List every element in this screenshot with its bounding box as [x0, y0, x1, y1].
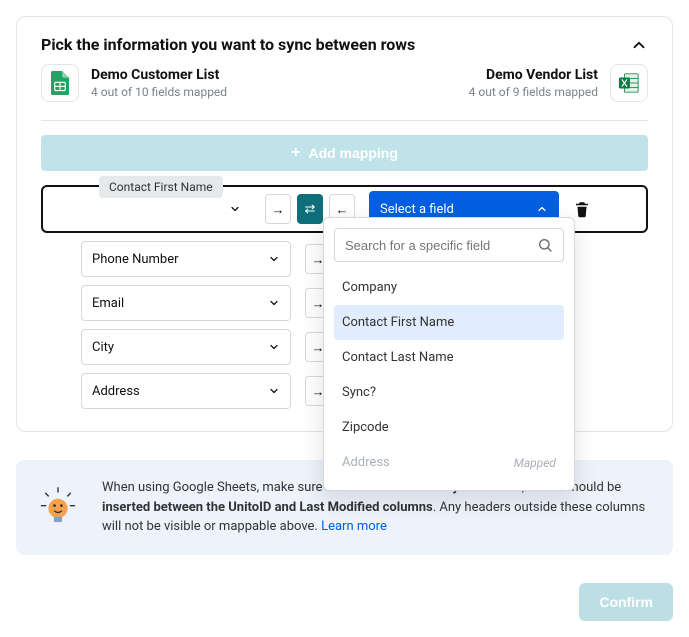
chevron-down-icon: [268, 341, 280, 353]
excel-icon: [618, 72, 640, 94]
collapse-chevron-icon[interactable]: [630, 36, 648, 54]
add-mapping-label: Add mapping: [308, 145, 397, 161]
chevron-up-icon: [536, 203, 548, 215]
chevron-down-icon: [229, 203, 241, 215]
confirm-button[interactable]: Confirm: [579, 583, 673, 621]
sheets-icon-box: [41, 64, 79, 102]
left-field-select[interactable]: [81, 195, 251, 223]
dropdown-option-disabled: Address Mapped: [334, 445, 564, 480]
left-field-select[interactable]: Phone Number: [81, 241, 291, 277]
field-dropdown: Company Contact First Name Contact Last …: [323, 217, 575, 491]
dropdown-search[interactable]: [334, 228, 564, 262]
chevron-down-icon: [268, 297, 280, 309]
chevron-down-icon: [268, 385, 280, 397]
google-sheets-icon: [50, 71, 70, 95]
excel-icon-box: [610, 64, 648, 102]
learn-more-link[interactable]: Learn more: [321, 519, 387, 534]
source-right: Demo Vendor List 4 out of 9 fields mappe…: [469, 64, 648, 102]
left-field-select[interactable]: Email: [81, 285, 291, 321]
card-title: Pick the information you want to sync be…: [41, 35, 415, 54]
source-left-title: Demo Customer List: [91, 67, 227, 83]
mapping-row-active: Contact First Name → ⇄ ← Select a field: [41, 185, 648, 233]
search-input[interactable]: [345, 238, 537, 253]
card-header: Pick the information you want to sync be…: [41, 35, 648, 54]
left-field-select[interactable]: City: [81, 329, 291, 365]
dropdown-option[interactable]: Company: [334, 270, 564, 305]
source-left-sub: 4 out of 10 fields mapped: [91, 85, 227, 99]
sync-both-button[interactable]: ⇄: [297, 194, 323, 224]
right-field-placeholder: Select a field: [380, 202, 454, 217]
divider: [41, 120, 648, 121]
footer: Confirm: [16, 583, 673, 621]
search-icon: [537, 237, 553, 253]
left-field-label: Phone Number: [92, 252, 179, 267]
lightbulb-icon: [36, 485, 80, 529]
source-left: Demo Customer List 4 out of 10 fields ma…: [41, 64, 227, 102]
left-field-label: Address: [92, 384, 140, 399]
plus-icon: +: [291, 145, 300, 161]
dropdown-option[interactable]: Sync?: [334, 375, 564, 410]
left-field-select[interactable]: Address: [81, 373, 291, 409]
sync-right-button[interactable]: →: [265, 194, 291, 224]
sources-row: Demo Customer List 4 out of 10 fields ma…: [41, 64, 648, 102]
source-right-sub: 4 out of 9 fields mapped: [469, 85, 598, 99]
mapping-table: Contact First Name → ⇄ ← Select a field: [41, 185, 648, 409]
dropdown-option[interactable]: Zipcode: [334, 410, 564, 445]
add-mapping-button[interactable]: + Add mapping: [41, 135, 648, 171]
source-right-title: Demo Vendor List: [469, 67, 598, 83]
chevron-down-icon: [268, 253, 280, 265]
left-field-label: Email: [92, 296, 124, 311]
dropdown-option[interactable]: Contact Last Name: [334, 340, 564, 375]
trash-icon[interactable]: [573, 200, 591, 218]
field-tooltip: Contact First Name: [99, 176, 223, 198]
dropdown-option[interactable]: Contact First Name: [334, 305, 564, 340]
left-field-label: City: [92, 340, 114, 355]
mapping-card: Pick the information you want to sync be…: [16, 16, 673, 432]
